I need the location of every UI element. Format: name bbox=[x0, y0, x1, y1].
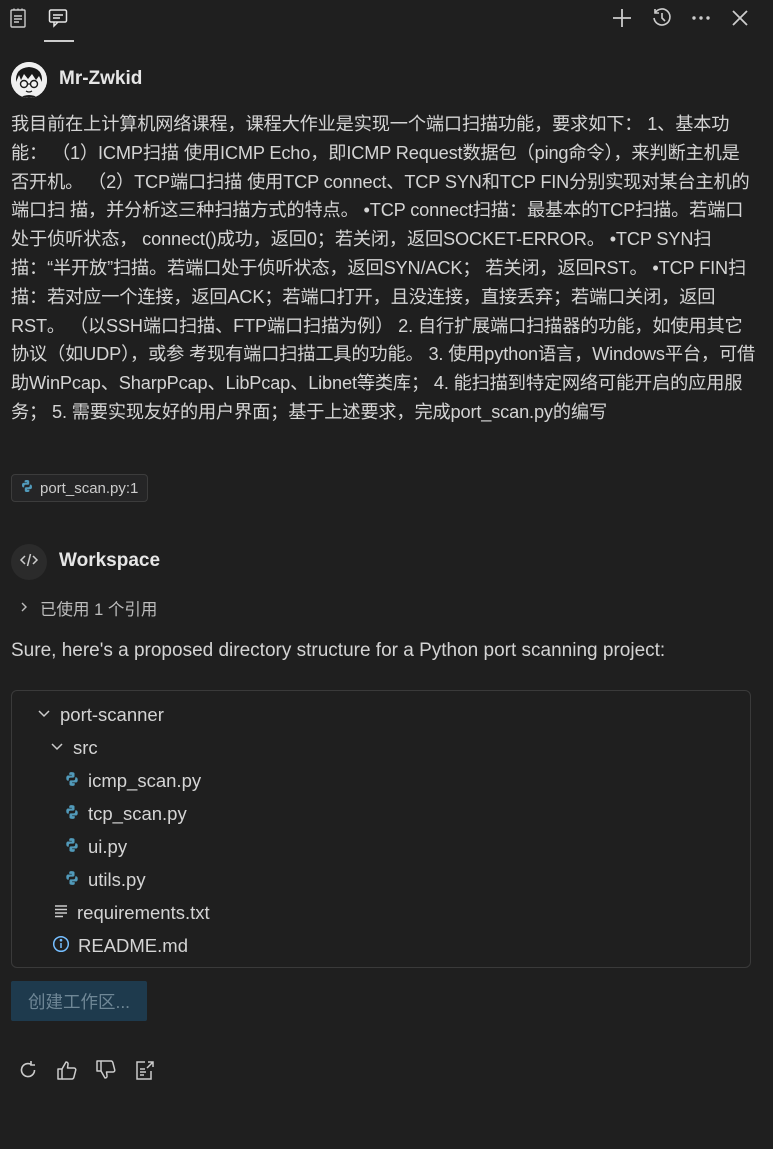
python-icon bbox=[20, 479, 34, 497]
more-icon[interactable] bbox=[689, 6, 713, 30]
references-label: 已使用 1 个引用 bbox=[40, 601, 158, 619]
insert-icon[interactable] bbox=[133, 1058, 157, 1082]
python-icon bbox=[64, 770, 80, 792]
create-workspace-button[interactable]: 创建工作区... bbox=[11, 981, 147, 1021]
history-icon[interactable] bbox=[650, 6, 674, 30]
user-avatar bbox=[11, 62, 47, 98]
tree-item-file[interactable]: ui.py bbox=[64, 834, 127, 860]
answer-text: Sure, here's a proposed directory struct… bbox=[11, 640, 666, 661]
tree-item-label: ui.py bbox=[88, 836, 128, 857]
chat-icon[interactable] bbox=[46, 6, 70, 30]
plus-icon[interactable] bbox=[610, 6, 634, 30]
tree-item-label: icmp_scan.py bbox=[88, 770, 202, 791]
code-icon bbox=[19, 550, 39, 575]
text-file-icon bbox=[53, 902, 69, 924]
tree-item-label: requirements.txt bbox=[77, 902, 210, 923]
user-name: Mr-Zwkid bbox=[59, 68, 143, 89]
file-tree: port-scanner src icmp_scan.py tcp_scan.p… bbox=[11, 690, 751, 968]
python-icon bbox=[64, 803, 80, 825]
workspace-avatar bbox=[11, 544, 47, 580]
notebook-icon[interactable] bbox=[7, 6, 31, 30]
python-icon bbox=[64, 869, 80, 891]
info-icon bbox=[52, 935, 70, 958]
tree-item-file[interactable]: requirements.txt bbox=[53, 900, 210, 926]
attachment-label: port_scan.py:1 bbox=[40, 479, 139, 497]
tree-item-file[interactable]: README.md bbox=[52, 933, 188, 959]
chevron-down-icon bbox=[36, 704, 52, 726]
chevron-right-icon bbox=[18, 599, 30, 618]
tree-item-label: README.md bbox=[78, 935, 188, 956]
tree-item-label: tcp_scan.py bbox=[88, 803, 187, 824]
user-message: 我目前在上计算机网络课程，课程大作业是实现一个端口扫描功能，要求如下： 1、基本… bbox=[11, 114, 756, 422]
top-bar bbox=[0, 0, 773, 44]
tree-item-label: port-scanner bbox=[60, 704, 164, 725]
active-tab-indicator bbox=[44, 40, 74, 42]
tree-item-label: src bbox=[73, 737, 98, 758]
references-toggle[interactable]: 已使用 1 个引用 bbox=[18, 597, 157, 619]
attachment-chip[interactable]: port_scan.py:1 bbox=[11, 474, 149, 502]
close-icon[interactable] bbox=[728, 6, 752, 30]
tree-item-folder[interactable]: port-scanner bbox=[36, 702, 164, 728]
python-icon bbox=[64, 836, 80, 858]
retry-icon[interactable] bbox=[16, 1058, 40, 1082]
tree-item-folder[interactable]: src bbox=[49, 735, 98, 761]
workspace-name: Workspace bbox=[59, 550, 161, 571]
tree-item-file[interactable]: utils.py bbox=[64, 867, 146, 893]
thumbs-down-icon[interactable] bbox=[94, 1058, 118, 1082]
tree-item-label: utils.py bbox=[88, 869, 146, 890]
tree-item-file[interactable]: tcp_scan.py bbox=[64, 801, 187, 827]
chevron-down-icon bbox=[49, 737, 65, 759]
tree-item-file[interactable]: icmp_scan.py bbox=[64, 768, 201, 794]
thumbs-up-icon[interactable] bbox=[55, 1058, 79, 1082]
